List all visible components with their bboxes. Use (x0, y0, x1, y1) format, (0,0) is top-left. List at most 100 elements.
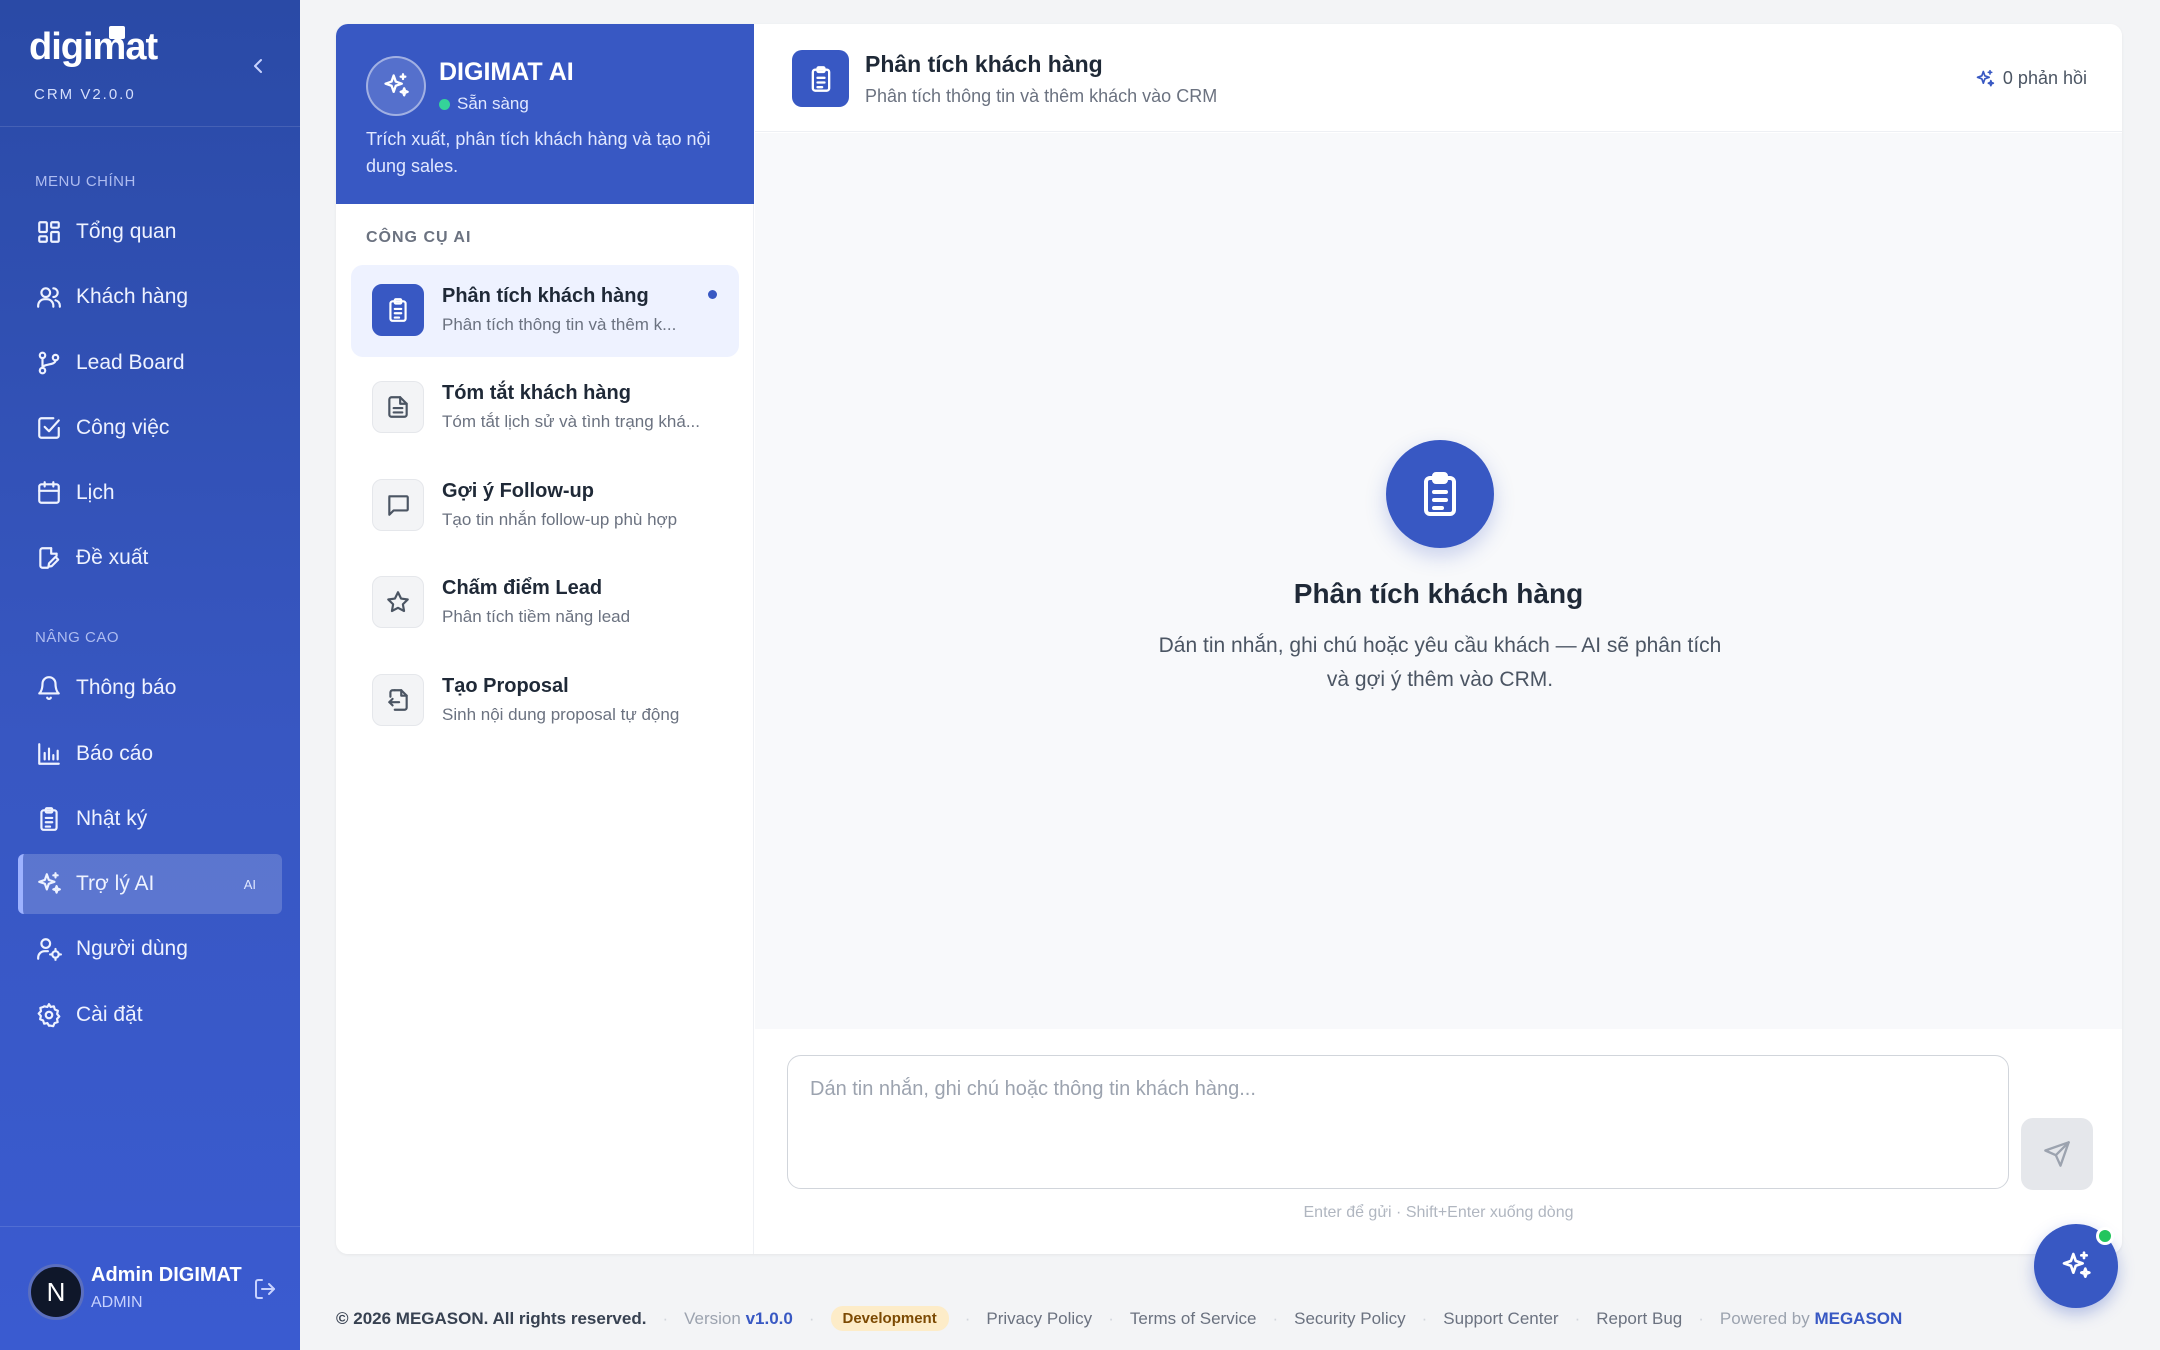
version-number: v1.0.0 (745, 1308, 793, 1328)
privacy-policy-link[interactable]: Privacy Policy (986, 1309, 1092, 1329)
version-label: Version (684, 1308, 741, 1328)
user-cog-icon (37, 938, 62, 961)
tool-subtitle: Tạo tin nhắn follow-up phù hợp (442, 510, 678, 529)
version-info: Version v1.0.0 (684, 1309, 793, 1329)
sparkles-icon (384, 73, 409, 97)
sidebar-item-notifications[interactable]: Thông báo (18, 658, 282, 718)
powered-brand[interactable]: MEGASON (1814, 1309, 1902, 1328)
environment-badge: Development (830, 1306, 949, 1331)
sidebar-item-proposals[interactable]: Đề xuất (18, 528, 282, 588)
separator: · (1698, 1308, 1704, 1328)
clipboard-icon (1386, 440, 1494, 548)
sidebar-item-label: Khách hàng (76, 285, 189, 308)
sidebar-item-users[interactable]: Người dùng (18, 919, 282, 979)
tool-follow-up[interactable]: Gợi ý Follow-up Tạo tin nhắn follow-up p… (351, 460, 739, 552)
ai-header: DIGIMAT AI Sẵn sàng Trích xuất, phân tíc… (336, 24, 754, 204)
powered-by: Powered by MEGASON (1720, 1309, 1902, 1329)
sidebar-item-settings[interactable]: Cài đặt (18, 985, 282, 1045)
tool-subtitle: Tóm tắt lịch sử và tình trạng khá... (442, 412, 700, 431)
empty-state-title: Phân tích khách hàng (1293, 578, 1584, 609)
ai-badge: AI (243, 876, 256, 892)
sidebar-item-lead-board[interactable]: Lead Board (18, 333, 282, 393)
separator: · (1272, 1308, 1279, 1328)
sidebar-item-label: Lead Board (76, 351, 185, 374)
collapse-sidebar-icon[interactable] (248, 52, 268, 80)
sidebar-item-overview[interactable]: Tổng quan (18, 202, 282, 262)
app-version: CRM V2.0.0 (34, 86, 136, 103)
sidebar-item-tasks[interactable]: Công việc (18, 398, 282, 458)
tool-analyze-customer[interactable]: Phân tích khách hàng Phân tích thông tin… (351, 265, 739, 357)
tool-title: Phân tích khách hàng (442, 285, 649, 307)
sparkles-icon (38, 872, 61, 894)
ai-assistant-panel: DIGIMAT AI Sẵn sàng Trích xuất, phân tíc… (336, 24, 2122, 1254)
user-role: ADMIN (91, 1294, 143, 1311)
ai-avatar (366, 56, 426, 116)
separator: · (662, 1308, 669, 1328)
user-name: Admin DIGIMAT (91, 1264, 242, 1286)
separator: · (1421, 1308, 1428, 1328)
support-center-link[interactable]: Support Center (1443, 1309, 1558, 1329)
input-hint: Enter để gửi · Shift+Enter xuống dòng (1303, 1204, 1574, 1221)
sidebar-item-label: Thông báo (76, 676, 177, 699)
sidebar-item-logs[interactable]: Nhật ký (18, 789, 282, 849)
chat-header: Phân tích khách hàng Phân tích thông tin… (755, 24, 2122, 132)
tool-title: Gợi ý Follow-up (442, 480, 594, 502)
send-button[interactable] (2021, 1118, 2093, 1190)
tool-lead-scoring[interactable]: Chấm điểm Lead Phân tích tiềm năng lead (351, 557, 739, 649)
separator: · (1574, 1308, 1581, 1328)
report-bug-link[interactable]: Report Bug (1596, 1309, 1682, 1329)
send-icon (2044, 1141, 2070, 1167)
tool-create-proposal[interactable]: Tạo Proposal Sinh nội dung proposal tự đ… (351, 655, 739, 747)
avatar[interactable]: N (28, 1264, 84, 1320)
section-label-main: MENU CHÍNH (35, 173, 136, 190)
tool-title: Chấm điểm Lead (442, 577, 603, 599)
copyright: © 2026 MEGASON. All rights reserved. (336, 1308, 647, 1328)
sidebar-item-customers[interactable]: Khách hàng (18, 267, 282, 327)
ai-status: Sẵn sàng (439, 94, 529, 114)
sidebar-item-calendar[interactable]: Lịch (18, 463, 282, 523)
chat-messages: Phân tích khách hàng Dán tin nhắn, ghi c… (755, 133, 2122, 1029)
logout-icon[interactable] (253, 1277, 277, 1301)
footer: © 2026 MEGASON. All rights reserved. · V… (336, 1306, 1902, 1331)
gear-icon (37, 1003, 61, 1028)
terms-link[interactable]: Terms of Service (1130, 1309, 1257, 1329)
powered-label: Powered by (1719, 1308, 1810, 1328)
calendar-icon (38, 481, 60, 504)
sidebar-item-label: Người dùng (76, 937, 188, 960)
file-import-icon (372, 674, 424, 726)
star-icon (372, 576, 424, 628)
grid-icon (38, 221, 60, 243)
tool-summarize-customer[interactable]: Tóm tắt khách hàng Tóm tắt lịch sử và tì… (351, 362, 739, 454)
sidebar-item-reports[interactable]: Báo cáo (18, 724, 282, 784)
sparkles-icon (2062, 1251, 2091, 1278)
active-indicator (708, 290, 717, 299)
sidebar-item-label: Cài đặt (76, 1003, 143, 1026)
clipboard-icon (40, 807, 58, 831)
separator: · (808, 1308, 815, 1328)
bell-icon (38, 676, 60, 700)
sidebar-item-label: Trợ lý AI (76, 872, 155, 895)
tool-subtitle: Phân tích thông tin và thêm k... (442, 315, 677, 334)
ai-tools-panel: DIGIMAT AI Sẵn sàng Trích xuất, phân tíc… (336, 24, 754, 1254)
sidebar-item-label: Đề xuất (76, 546, 149, 569)
online-indicator (2096, 1227, 2114, 1245)
app-logo[interactable]: digimat (29, 26, 158, 69)
message-input[interactable] (788, 1056, 2008, 1188)
tool-subtitle: Phân tích tiềm năng lead (442, 607, 631, 626)
ai-name: DIGIMAT AI (439, 58, 574, 86)
sparkles-icon (1976, 69, 1995, 86)
status-text: Sẵn sàng (457, 94, 529, 113)
security-policy-link[interactable]: Security Policy (1294, 1309, 1405, 1329)
divider (0, 1226, 300, 1227)
status-dot (439, 98, 450, 110)
document-icon (372, 381, 424, 433)
tool-title: Tạo Proposal (442, 675, 569, 697)
separator: · (964, 1308, 971, 1328)
ai-description: Trích xuất, phân tích khách hàng và tạo … (366, 129, 711, 176)
sidebar-item-ai-assistant[interactable]: Trợ lý AI AI (18, 854, 282, 914)
sidebar-item-label: Tổng quan (76, 220, 177, 243)
tool-title: Tóm tắt khách hàng (442, 382, 631, 404)
response-count-text: 0 phản hồi (2002, 68, 2087, 88)
section-label-advanced: NÂNG CAO (35, 629, 120, 646)
sidebar-item-label: Công việc (76, 416, 170, 439)
